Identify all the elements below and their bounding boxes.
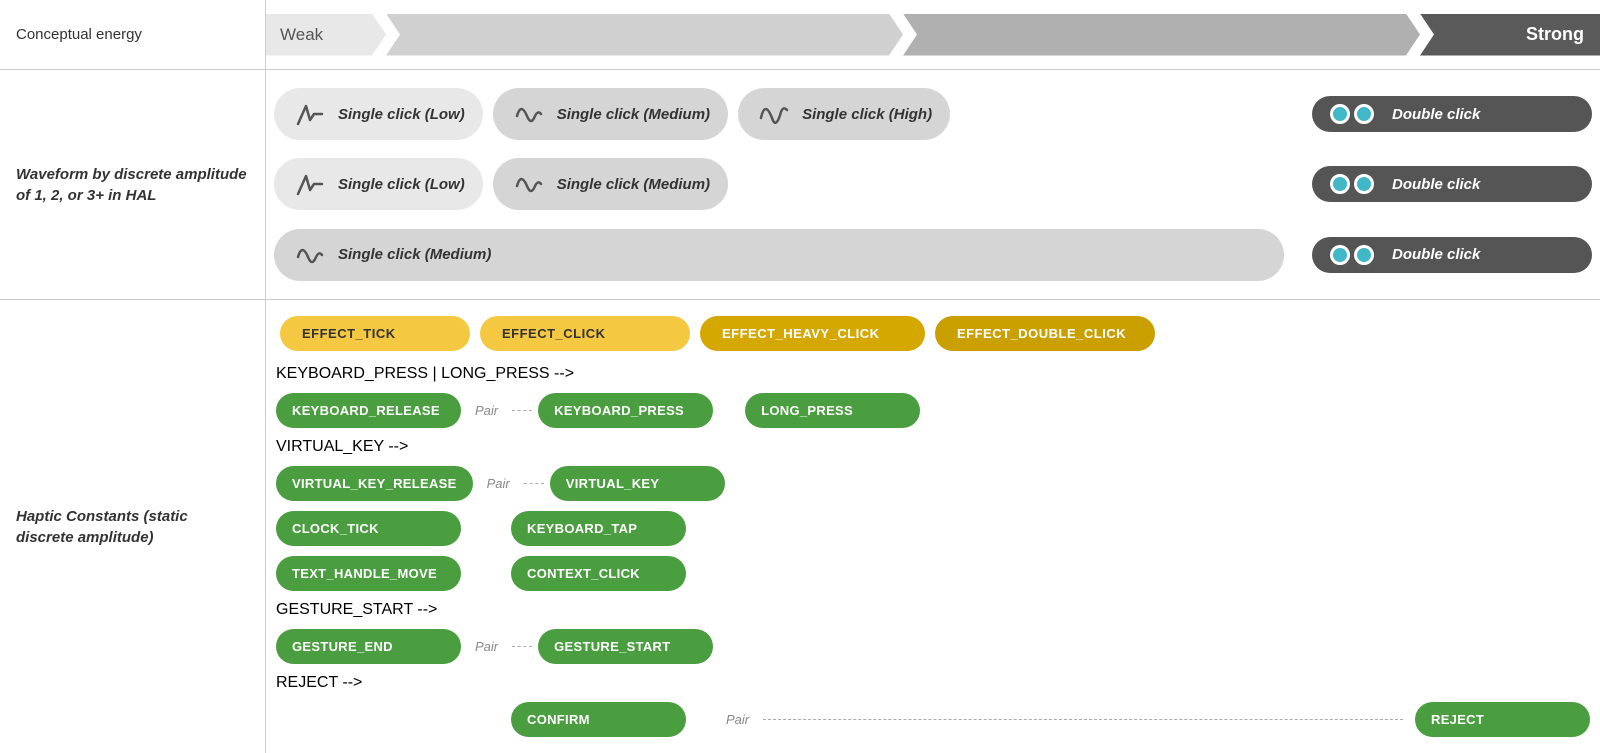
dot-6	[1354, 245, 1374, 265]
gesture-start-cell: GESTURE_START	[538, 629, 713, 664]
pill-single-low-1[interactable]: Single click (Low)	[274, 88, 483, 140]
waveform-row-2: Single click (Low) Single click (Medium)	[266, 158, 1600, 210]
header-tick-col: EFFECT_TICK	[280, 316, 470, 351]
haptic-row-virtual: VIRTUAL_KEY_RELEASE Pair VIRTUAL_KEY	[276, 466, 1590, 501]
keyboard-release-cell: KEYBOARD_RELEASE	[276, 393, 461, 428]
virtual-key-release-pill[interactable]: VIRTUAL_KEY_RELEASE	[276, 466, 473, 501]
badge-effect-double[interactable]: EFFECT_DOUBLE_CLICK	[935, 316, 1155, 351]
long-press-cell: LONG_PRESS	[745, 393, 920, 428]
gesture-start-pill[interactable]: GESTURE_START	[538, 629, 713, 664]
waveform-high-icon	[756, 96, 792, 132]
keyboard-tap-pill[interactable]: KEYBOARD_TAP	[511, 511, 686, 546]
haptic-rows: KEYBOARD_PRESS | LONG_PRESS --> KEYBOARD…	[276, 365, 1590, 737]
pair-label-virtual: Pair	[487, 476, 510, 491]
dot-1	[1330, 104, 1350, 124]
pair-label-gesture: Pair	[475, 639, 498, 654]
badge-effect-heavy[interactable]: EFFECT_HEAVY_CLICK	[700, 316, 925, 351]
energy-mid2	[903, 14, 1420, 56]
pair-line-2	[524, 483, 544, 484]
virtual-key-cell: VIRTUAL_KEY	[550, 466, 725, 501]
long-press-pill[interactable]: LONG_PRESS	[745, 393, 920, 428]
pill-double-click-2[interactable]: Double click	[1312, 166, 1592, 202]
waveform-row-1: Single click (Low) Single click (Medium)…	[266, 88, 1600, 140]
keyboard-press-pill[interactable]: KEYBOARD_PRESS	[538, 393, 713, 428]
dot-4	[1354, 174, 1374, 194]
energy-row: Weak Strong	[266, 0, 1600, 70]
text-handle-move-pill[interactable]: TEXT_HANDLE_MOVE	[276, 556, 461, 591]
energy-bar: Weak Strong	[266, 14, 1600, 56]
keyboard-tap-cell: KEYBOARD_TAP	[511, 511, 686, 546]
header-heavy-col: EFFECT_HEAVY_CLICK	[700, 316, 925, 351]
double-click-icon-2	[1330, 174, 1374, 194]
haptic-row-confirm: CONFIRM Pair REJECT	[276, 702, 1590, 737]
badge-effect-click[interactable]: EFFECT_CLICK	[480, 316, 690, 351]
pair-label-keyboard: Pair	[475, 403, 498, 418]
right-content: Weak Strong Single click (Low)	[265, 0, 1600, 753]
energy-mid1	[386, 14, 903, 56]
dot-3	[1330, 174, 1350, 194]
dot-2	[1354, 104, 1374, 124]
pill-single-medium-2[interactable]: Single click (Medium)	[493, 158, 728, 210]
haptic-row-gesture: GESTURE_END Pair GESTURE_START	[276, 629, 1590, 664]
header-click-col: EFFECT_CLICK	[480, 316, 690, 351]
waveform-section: Single click (Low) Single click (Medium)…	[266, 70, 1600, 300]
keyboard-press-cell: KEYBOARD_PRESS	[538, 393, 713, 428]
clock-tick-pill[interactable]: CLOCK_TICK	[276, 511, 461, 546]
waveform-label: Waveform by discrete amplitude of 1, 2, …	[0, 70, 265, 300]
double-click-icon-3	[1330, 245, 1374, 265]
left-labels: Conceptual energy Waveform by discrete a…	[0, 0, 265, 753]
pill-double-click-3[interactable]: Double click	[1312, 237, 1592, 273]
pair-line-1	[512, 410, 532, 411]
haptic-label: Haptic Constants (static discrete amplit…	[0, 300, 265, 753]
pair-line-3	[512, 646, 532, 647]
keyboard-release-pill[interactable]: KEYBOARD_RELEASE	[276, 393, 461, 428]
virtual-key-pill[interactable]: VIRTUAL_KEY	[550, 466, 725, 501]
energy-weak: Weak	[266, 14, 386, 56]
context-click-cell: CONTEXT_CLICK	[511, 556, 686, 591]
pill-single-medium-1[interactable]: Single click (Medium)	[493, 88, 728, 140]
gesture-end-pill[interactable]: GESTURE_END	[276, 629, 461, 664]
reject-pill[interactable]: REJECT	[1415, 702, 1590, 737]
energy-strong: Strong	[1420, 14, 1600, 56]
reject-cell: REJECT	[1415, 702, 1590, 737]
waveform-medium-icon-2	[511, 166, 547, 202]
waveform-row-3: Single click (Medium) Double click	[266, 229, 1600, 281]
confirm-cell: CONFIRM	[511, 702, 686, 737]
clock-tick-cell: CLOCK_TICK	[276, 511, 461, 546]
haptic-headers: EFFECT_TICK EFFECT_CLICK EFFECT_HEAVY_CL…	[276, 316, 1590, 351]
pill-single-medium-3[interactable]: Single click (Medium)	[274, 229, 1284, 281]
haptic-row-clock: CLOCK_TICK KEYBOARD_TAP	[276, 511, 1590, 546]
double-click-icon-1	[1330, 104, 1374, 124]
gesture-end-cell: GESTURE_END	[276, 629, 461, 664]
haptic-row-text: TEXT_HANDLE_MOVE CONTEXT_CLICK	[276, 556, 1590, 591]
conceptual-energy-label: Conceptual energy	[0, 0, 265, 70]
pair-line-confirm	[763, 719, 1403, 720]
waveform-low-icon-2	[292, 166, 328, 202]
haptic-section: EFFECT_TICK EFFECT_CLICK EFFECT_HEAVY_CL…	[266, 300, 1600, 753]
badge-effect-tick[interactable]: EFFECT_TICK	[280, 316, 470, 351]
waveform-medium-icon	[511, 96, 547, 132]
pill-double-click-1[interactable]: Double click	[1312, 96, 1592, 132]
virtual-key-release-cell: VIRTUAL_KEY_RELEASE	[276, 466, 473, 501]
confirm-pill[interactable]: CONFIRM	[511, 702, 686, 737]
pair-label-confirm: Pair	[726, 712, 749, 727]
haptic-row-keyboard: KEYBOARD_RELEASE Pair KEYBOARD_PRESS LON…	[276, 393, 1590, 428]
header-double-col: EFFECT_DOUBLE_CLICK	[935, 316, 1155, 351]
main-container: Conceptual energy Waveform by discrete a…	[0, 0, 1600, 753]
waveform-medium-icon-3	[292, 237, 328, 273]
pill-single-low-2[interactable]: Single click (Low)	[274, 158, 483, 210]
text-handle-move-cell: TEXT_HANDLE_MOVE	[276, 556, 461, 591]
waveform-low-icon	[292, 96, 328, 132]
pill-single-high-1[interactable]: Single click (High)	[738, 88, 950, 140]
dot-5	[1330, 245, 1350, 265]
context-click-pill[interactable]: CONTEXT_CLICK	[511, 556, 686, 591]
